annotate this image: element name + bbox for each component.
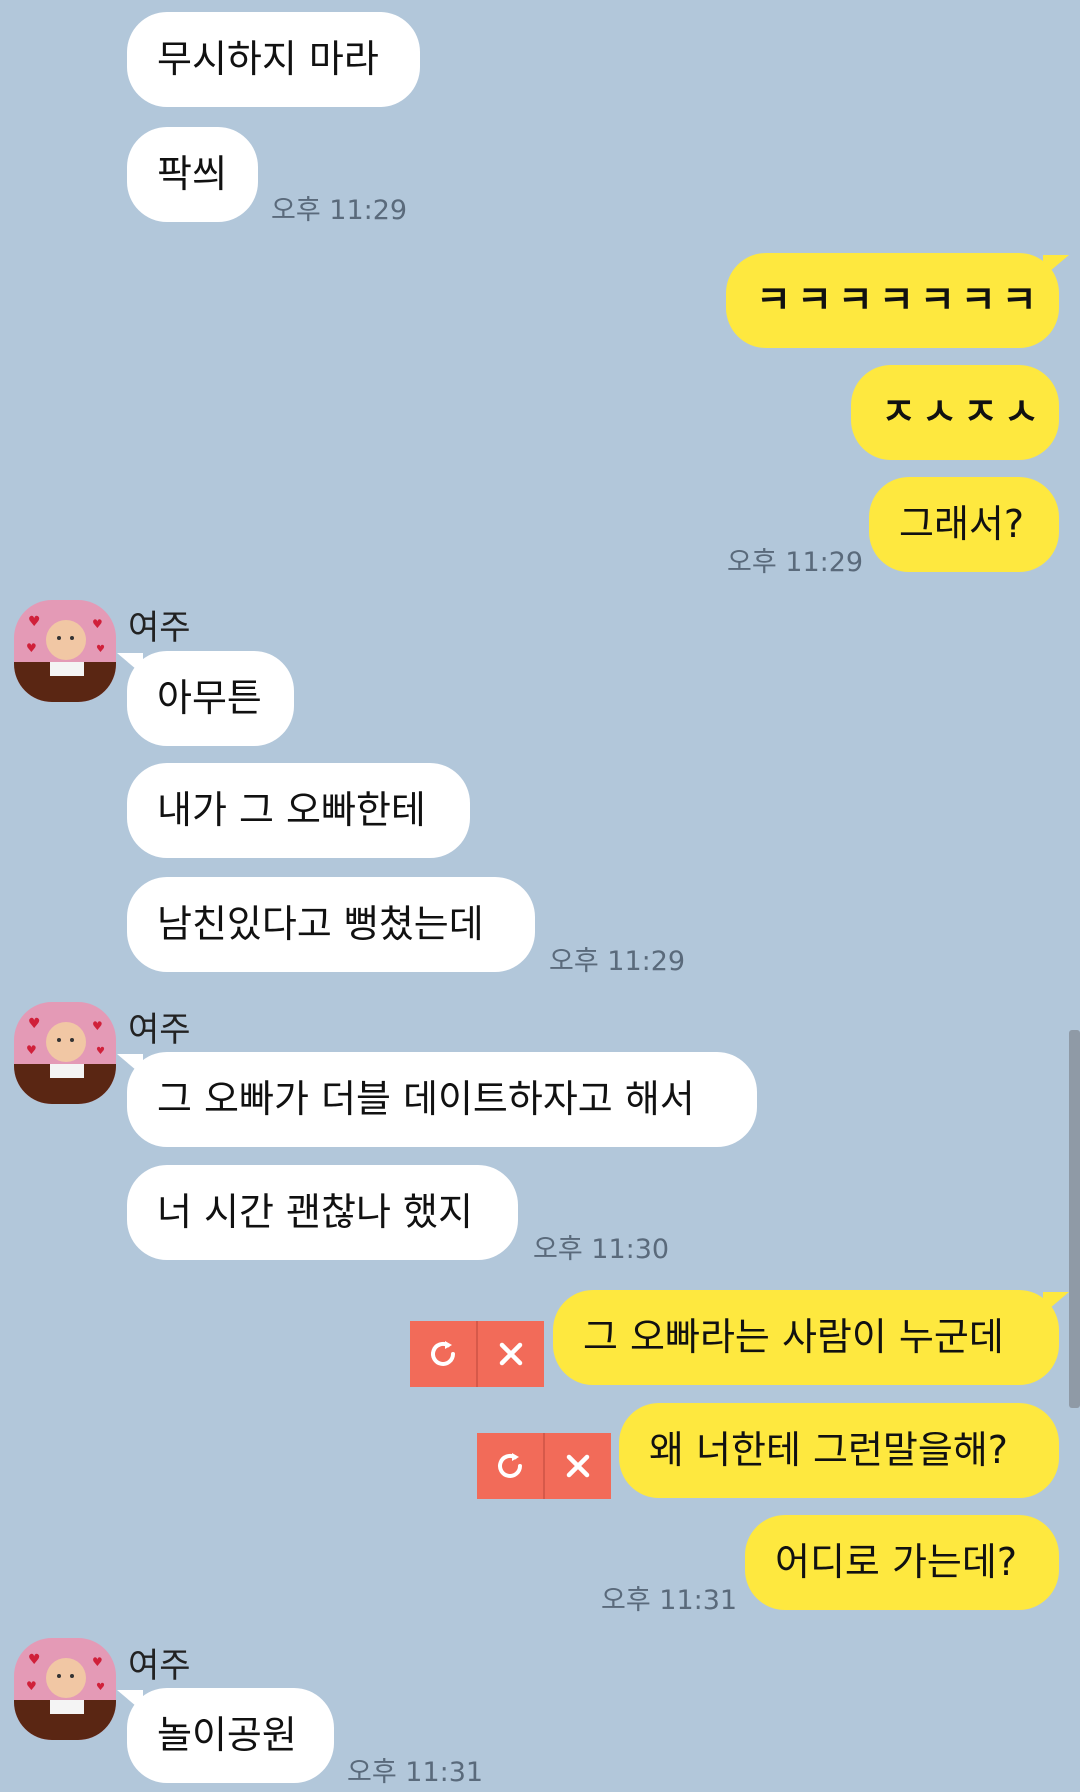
svg-text:♥: ♥ xyxy=(26,1043,37,1057)
incoming-message[interactable]: 남친있다고 뻥쳤는데 xyxy=(127,877,535,972)
cancel-button[interactable] xyxy=(476,1321,544,1387)
avatar[interactable]: ♥ ♥ ♥ ♥ xyxy=(14,1002,116,1104)
incoming-message[interactable]: 놀이공원 xyxy=(117,1688,334,1783)
chat-area[interactable]: 무시하지 마라 팍씌 오후 11:29 ㅋㅋㅋㅋㅋㅋㅋ ㅈㅅㅈㅅ 그래서? 오후… xyxy=(0,0,1080,1792)
sender-name: 여주 xyxy=(128,1646,191,1686)
svg-text:♥: ♥ xyxy=(26,1679,37,1693)
close-icon xyxy=(499,1342,523,1366)
svg-text:♥: ♥ xyxy=(92,1655,103,1669)
avatar-image: ♥ ♥ ♥ ♥ xyxy=(14,600,116,702)
scrollbar[interactable] xyxy=(1069,1030,1080,1408)
svg-text:♥: ♥ xyxy=(28,1016,41,1032)
incoming-message[interactable]: 내가 그 오빠한테 xyxy=(127,763,470,858)
retry-icon xyxy=(431,1341,455,1366)
message-time: 오후 11:29 xyxy=(727,547,864,578)
outgoing-message[interactable]: 왜 너한테 그런말을해? xyxy=(619,1403,1059,1498)
outgoing-message[interactable]: ㅋㅋㅋㅋㅋㅋㅋ xyxy=(726,253,1069,348)
message-time: 오후 11:30 xyxy=(533,1234,670,1265)
avatar-image: ♥ ♥ ♥ ♥ xyxy=(14,1638,116,1740)
svg-text:♥: ♥ xyxy=(96,1046,105,1057)
avatar-image: ♥ ♥ ♥ ♥ xyxy=(14,1002,116,1104)
incoming-message[interactable]: 아무튼 xyxy=(117,651,294,746)
svg-text:♥: ♥ xyxy=(96,1682,105,1693)
svg-text:♥: ♥ xyxy=(28,614,41,630)
message-time: 오후 11:31 xyxy=(347,1757,484,1788)
svg-text:♥: ♥ xyxy=(28,1652,41,1668)
incoming-message[interactable]: 팍씌 xyxy=(127,127,258,222)
outgoing-message[interactable]: 그래서? xyxy=(869,477,1059,572)
close-icon xyxy=(566,1454,590,1478)
message-time: 오후 11:31 xyxy=(601,1585,738,1616)
incoming-message[interactable]: 너 시간 괜찮나 했지 xyxy=(127,1165,518,1260)
sender-name: 여주 xyxy=(128,1010,191,1050)
svg-text:♥: ♥ xyxy=(96,644,105,655)
incoming-message[interactable]: 무시하지 마라 xyxy=(127,12,420,107)
svg-text:♥: ♥ xyxy=(26,641,37,655)
failed-message-actions xyxy=(477,1433,611,1499)
failed-message-actions xyxy=(410,1321,544,1387)
outgoing-message[interactable]: 그 오빠라는 사람이 누군데 xyxy=(553,1290,1069,1385)
retry-icon xyxy=(498,1453,522,1478)
outgoing-message[interactable]: 어디로 가는데? xyxy=(745,1515,1059,1610)
cancel-button[interactable] xyxy=(543,1433,611,1499)
sender-name: 여주 xyxy=(128,608,191,648)
message-time: 오후 11:29 xyxy=(549,946,686,977)
outgoing-message[interactable]: ㅈㅅㅈㅅ xyxy=(851,365,1059,460)
resend-button[interactable] xyxy=(410,1321,476,1387)
avatar[interactable]: ♥ ♥ ♥ ♥ xyxy=(14,600,116,702)
incoming-message[interactable]: 그 오빠가 더블 데이트하자고 해서 xyxy=(117,1052,757,1147)
svg-text:♥: ♥ xyxy=(92,617,103,631)
resend-button[interactable] xyxy=(477,1433,543,1499)
message-time: 오후 11:29 xyxy=(271,195,408,226)
svg-text:♥: ♥ xyxy=(92,1019,103,1033)
avatar[interactable]: ♥ ♥ ♥ ♥ xyxy=(14,1638,116,1740)
